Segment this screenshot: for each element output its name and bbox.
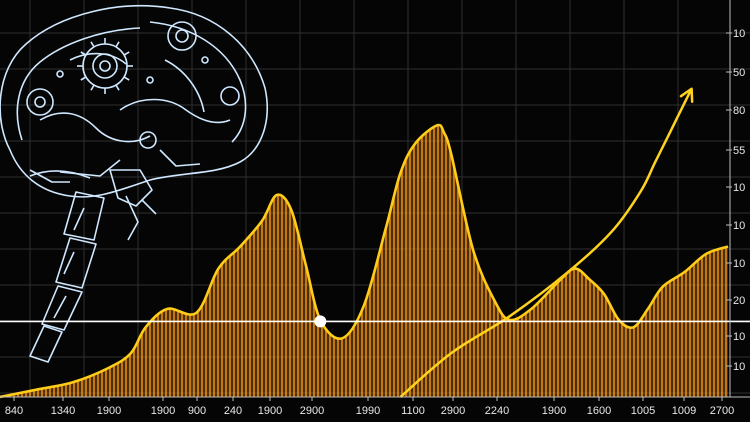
bolt	[220, 86, 240, 106]
brain-fold	[119, 98, 231, 124]
x-tick-label: 240	[224, 405, 242, 417]
y-tick-label: 10	[733, 361, 745, 373]
brain-fold	[39, 112, 151, 143]
x-tick-label: 2240	[485, 405, 509, 417]
x-tick-label: 2900	[300, 405, 324, 417]
y-tick-label: 20	[733, 295, 745, 307]
x-tick-label: 1900	[151, 405, 175, 417]
neck-detail	[53, 207, 85, 319]
gear-tooth	[115, 41, 120, 48]
y-tick-label: 10	[733, 28, 745, 40]
x-tick-label: 1005	[631, 405, 655, 417]
x-tick-label: 2900	[441, 405, 465, 417]
y-tick-label: 80	[733, 105, 745, 117]
gear-tooth	[123, 76, 130, 81]
neck-segment	[55, 237, 97, 289]
neck-joint	[109, 169, 153, 207]
brain-fold	[16, 27, 141, 141]
brain-outline	[0, 5, 268, 198]
cable	[141, 199, 157, 215]
chart: 10 50 80 55 10 10 10 20 10 10 840 1340 1900 1900 900 24…	[0, 0, 750, 417]
x-tick-label: 1340	[51, 405, 75, 417]
x-tick-label: 2700	[710, 405, 734, 417]
brain-fold	[149, 21, 247, 143]
y-tick-label: 10	[733, 258, 745, 270]
x-tick-label: 840	[5, 405, 23, 417]
y-tick-label: 10	[733, 331, 745, 343]
x-tick-label: 1100	[401, 405, 425, 417]
gear-large	[82, 43, 128, 89]
x-tick-label: 1990	[356, 405, 380, 417]
x-tick-label: 1900	[542, 405, 566, 417]
gear-small	[26, 88, 54, 116]
brain-fold	[69, 52, 127, 65]
gear-tooth	[115, 84, 120, 91]
y-tick-label: 50	[733, 67, 745, 79]
rivet	[146, 76, 154, 84]
chart-stage: 10 50 80 55 10 10 10 20 10 10 840 1340 1900 1900 900 24…	[0, 0, 750, 422]
x-tick-label: 1900	[97, 405, 121, 417]
gear-top-hub	[175, 29, 189, 43]
rivet	[201, 56, 209, 64]
gear-large-hub	[92, 53, 118, 79]
y-tick-label: 10	[733, 182, 745, 194]
x-tick-label: 900	[188, 405, 206, 417]
gear-tooth	[123, 51, 130, 56]
circuit-trace	[159, 149, 201, 167]
brain-fold	[164, 59, 205, 113]
x-tick-label: 1600	[587, 405, 611, 417]
x-tick-label: 1009	[672, 405, 696, 417]
marker-dot	[314, 315, 327, 328]
rivet	[56, 70, 64, 78]
y-tick-label: 55	[733, 145, 745, 157]
gear-tooth	[80, 76, 87, 81]
x-tick-label: 1900	[258, 405, 282, 417]
gear-tooth	[90, 41, 95, 48]
y-tick-label: 10	[733, 220, 745, 232]
neck-segment	[41, 285, 83, 331]
gear-tooth	[90, 84, 95, 91]
